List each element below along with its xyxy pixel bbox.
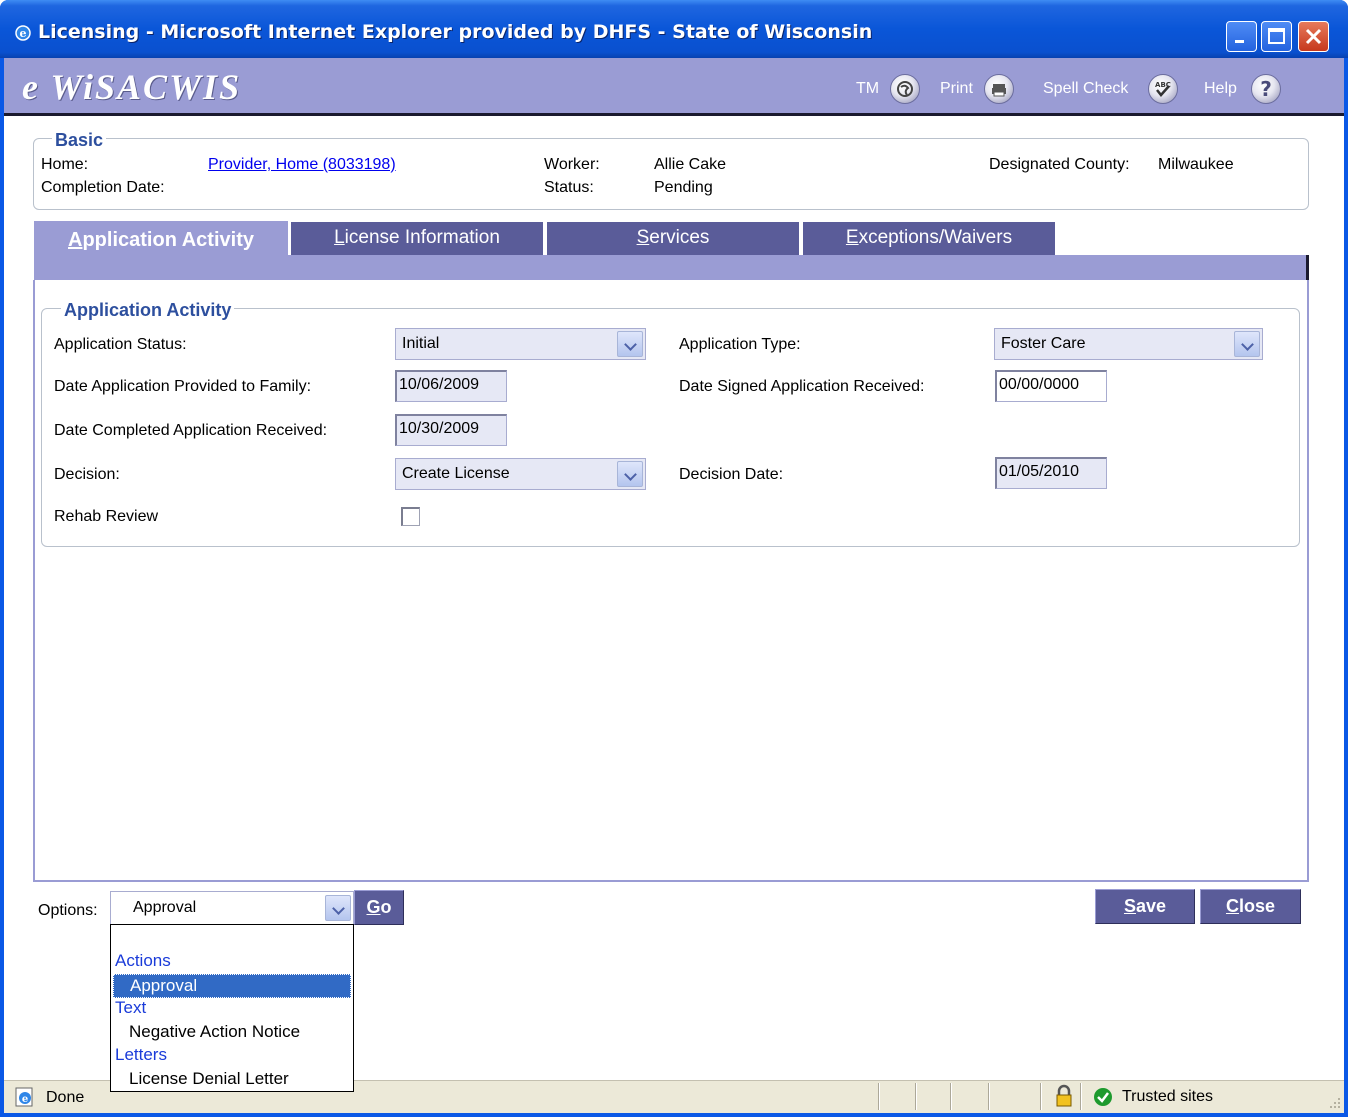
worker-value: Allie Cake [654,156,727,173]
date-provided-label: Date Application Provided to Family: [54,378,312,395]
option-group-actions: Actions [115,951,171,970]
svg-text:e: e [22,1094,28,1105]
application-type-value: Foster Care [1001,335,1086,352]
trusted-check-icon [1094,1088,1112,1106]
status-label: Status: [544,179,594,196]
option-negative-action-notice[interactable]: Negative Action Notice [113,1021,351,1045]
status-separator [878,1083,880,1110]
option-license-denial-letter[interactable]: License Denial Letter [113,1068,351,1092]
application-type-select[interactable]: Foster Care [994,328,1263,360]
help-link[interactable]: Help [1204,80,1237,98]
designated-county-value: Milwaukee [1158,156,1234,173]
status-text: Done [46,1089,85,1106]
worker-label: Worker: [544,156,600,173]
application-status-value: Initial [402,335,440,352]
app-logo: e WiSACWIS [22,67,242,107]
options-dropdown-list[interactable]: Actions Approval Text Negative Action No… [110,924,354,1092]
print-link[interactable]: Print [940,80,973,98]
basic-legend: Basic [52,130,107,151]
tab-exceptions-waivers[interactable]: Exceptions/Waivers [802,221,1056,255]
options-select[interactable]: Approval [110,891,354,925]
spell-check-icon[interactable]: ABC [1148,74,1178,104]
svg-text:?: ? [1260,77,1272,101]
decision-select[interactable]: Create License [395,458,646,490]
chevron-down-icon[interactable] [617,331,643,357]
maximize-button[interactable] [1261,21,1292,52]
decision-date-field[interactable]: 01/05/2010 [995,457,1107,489]
date-provided-field[interactable]: 10/06/2009 [395,370,507,402]
rehab-review-checkbox[interactable] [401,507,420,526]
tab-services[interactable]: Services [546,221,800,255]
resize-grip-icon[interactable] [1326,1094,1342,1110]
date-completed-label: Date Completed Application Received: [54,422,328,439]
chevron-down-icon[interactable] [325,895,351,921]
globe-icon[interactable] [890,74,920,104]
option-group-letters: Letters [115,1045,167,1064]
status-value: Pending [654,179,713,196]
basic-groupbox [33,138,1309,210]
minimize-icon [1235,40,1244,43]
lock-icon [1056,1084,1072,1107]
options-label: Options: [38,902,98,919]
save-button[interactable]: Save [1095,889,1195,924]
svg-text:e: e [20,27,27,40]
option-group-text: Text [115,998,147,1017]
page-icon: e [15,1087,33,1107]
home-provider-link[interactable]: Provider, Home (8033198) [208,156,396,174]
close-window-button[interactable] [1298,21,1329,52]
close-button[interactable]: Close [1200,889,1301,924]
option-approval[interactable]: Approval [113,974,351,998]
application-status-select[interactable]: Initial [395,328,646,360]
close-icon [1305,28,1322,45]
application-activity-legend: Application Activity [61,300,235,321]
chevron-down-icon[interactable] [1234,331,1260,357]
minimize-button[interactable] [1226,21,1257,52]
ie-icon: e [15,25,31,41]
application-status-label: Application Status: [54,336,187,353]
status-separator [1040,1083,1042,1110]
security-zone-text: Trusted sites [1122,1088,1213,1105]
options-selected-value: Approval [133,899,197,916]
status-separator [915,1083,917,1110]
tab-bar-strip [288,255,1309,281]
decision-label: Decision: [54,466,120,483]
tab-application-activity[interactable]: Application Activity [34,221,288,281]
help-icon[interactable]: ? [1251,74,1281,104]
application-type-label: Application Type: [679,336,801,353]
completion-date-label: Completion Date: [41,179,165,196]
decision-date-label: Decision Date: [679,466,784,483]
window-title: Licensing - Microsoft Internet Explorer … [38,21,873,43]
maximize-icon [1268,28,1285,44]
rehab-review-label: Rehab Review [54,508,159,525]
status-separator [950,1083,952,1110]
designated-county-label: Designated County: [989,156,1130,173]
spell-check-link[interactable]: Spell Check [1043,80,1128,98]
go-button[interactable]: Go [354,890,404,925]
date-signed-label: Date Signed Application Received: [679,378,925,395]
printer-icon[interactable] [984,74,1014,104]
status-separator [1080,1083,1082,1110]
chevron-down-icon[interactable] [617,461,643,487]
status-separator [988,1083,990,1110]
date-signed-field[interactable]: 00/00/0000 [995,370,1107,402]
tab-license-information[interactable]: License Information [290,221,544,255]
home-label: Home: [41,156,89,173]
date-completed-field[interactable]: 10/30/2009 [395,414,507,446]
tm-link[interactable]: TM [856,80,879,98]
decision-value: Create License [402,465,510,482]
